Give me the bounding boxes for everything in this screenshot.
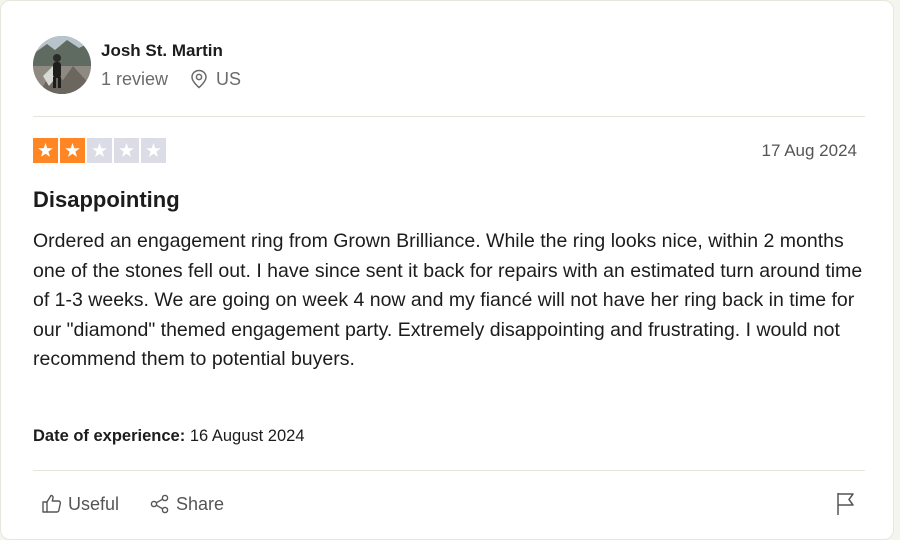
star-icon xyxy=(146,143,161,157)
review-count: 1 review xyxy=(101,69,169,89)
experience-label: Date of experience: xyxy=(33,427,186,445)
share-button[interactable]: Share xyxy=(149,493,224,515)
reviewer-meta: 1 review US xyxy=(101,68,241,90)
avatar-photo-icon xyxy=(33,36,91,94)
star-filled xyxy=(60,138,85,163)
avatar[interactable] xyxy=(33,36,91,94)
star-icon xyxy=(119,143,134,157)
useful-button[interactable]: Useful xyxy=(41,493,119,515)
date-of-experience: Date of experience: 16 August 2024 xyxy=(33,427,305,446)
star-empty xyxy=(114,138,139,163)
star-icon xyxy=(65,143,80,157)
review-title[interactable]: Disappointing xyxy=(33,187,180,213)
experience-date: 16 August 2024 xyxy=(189,427,305,445)
star-filled xyxy=(33,138,58,163)
thumbs-up-icon xyxy=(42,494,62,513)
review-body: Ordered an engagement ring from Grown Br… xyxy=(33,230,863,370)
useful-label: Useful xyxy=(68,493,120,514)
reviewer-location: US xyxy=(190,68,241,90)
reviewer-info: Josh St. Martin 1 review US xyxy=(101,40,241,90)
reviewer-name[interactable]: Josh St. Martin xyxy=(101,40,241,62)
flag-icon xyxy=(837,493,854,515)
location-pin-icon xyxy=(191,69,207,89)
star-rating xyxy=(33,138,168,163)
review-actions: Useful Share xyxy=(41,493,224,515)
star-icon xyxy=(38,143,53,157)
review-date: 17 Aug 2024 xyxy=(761,141,857,160)
header-divider xyxy=(33,116,865,117)
star-icon xyxy=(92,143,107,157)
share-icon xyxy=(150,494,169,514)
share-label: Share xyxy=(176,493,225,514)
footer-divider xyxy=(33,470,865,471)
star-empty xyxy=(141,138,166,163)
report-flag-button[interactable] xyxy=(835,491,857,522)
star-empty xyxy=(87,138,112,163)
location-text: US xyxy=(216,69,242,89)
reviewer-header: Josh St. Martin 1 review US xyxy=(33,36,241,94)
review-card: Josh St. Martin 1 review US 17 Aug 2024 … xyxy=(0,0,894,540)
